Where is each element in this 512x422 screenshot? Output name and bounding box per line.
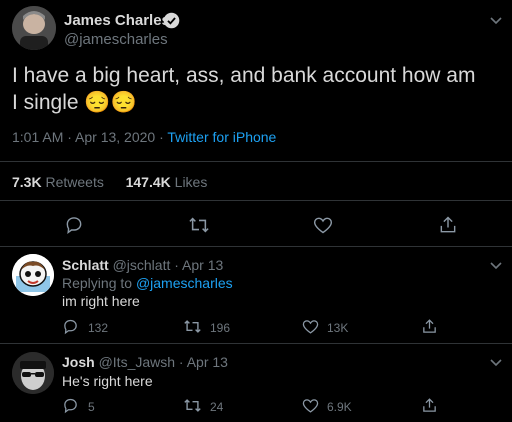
reply-count: 5	[88, 400, 95, 414]
share-icon[interactable]	[438, 215, 458, 240]
reply-author-name[interactable]: Schlatt	[62, 257, 109, 273]
reply-count: 132	[88, 321, 109, 335]
chevron-down-icon[interactable]	[488, 257, 504, 273]
retweet-icon[interactable]	[183, 397, 202, 419]
share-icon[interactable]	[421, 318, 438, 340]
heart-icon[interactable]	[302, 318, 319, 340]
author-name[interactable]: James Charles	[64, 12, 170, 29]
chevron-down-icon[interactable]	[488, 354, 504, 370]
reply-icon[interactable]	[62, 318, 79, 340]
divider	[0, 343, 512, 344]
divider	[0, 246, 512, 247]
chevron-down-icon[interactable]	[488, 12, 504, 28]
author-avatar[interactable]	[12, 6, 56, 50]
retweets-count[interactable]: 7.3K	[12, 174, 42, 190]
retweet-count: 24	[210, 400, 224, 414]
tweet-text-body: I have a big heart, ass, and bank accoun…	[12, 64, 476, 114]
replying-to: Replying to @jamescharles	[62, 275, 233, 291]
replying-to-handle[interactable]: @jamescharles	[136, 275, 233, 291]
author-handle[interactable]: @jamescharles	[64, 31, 168, 48]
like-count: 13K	[327, 321, 349, 335]
reply-icon[interactable]	[62, 397, 79, 419]
reply-icon[interactable]	[64, 215, 84, 240]
tweet-stats: 7.3K Retweets 147.4K Likes	[12, 174, 207, 190]
retweet-icon[interactable]	[188, 215, 210, 240]
divider	[0, 200, 512, 201]
tweet-meta: 1:01 AM · Apr 13, 2020 · Twitter for iPh…	[12, 129, 276, 145]
heart-icon[interactable]	[313, 215, 333, 240]
share-icon[interactable]	[421, 397, 438, 419]
heart-icon[interactable]	[302, 397, 319, 419]
reply-avatar[interactable]	[12, 352, 54, 394]
divider	[0, 161, 512, 162]
likes-count[interactable]: 147.4K	[126, 174, 171, 190]
like-count: 6.9K	[327, 400, 352, 414]
retweets-label[interactable]: Retweets	[45, 174, 103, 190]
retweet-count: 196	[210, 321, 231, 335]
likes-label[interactable]: Likes	[175, 174, 208, 190]
replying-to-prefix: Replying to	[62, 275, 136, 291]
pensive-face-emoji: 😔😔	[84, 91, 137, 114]
reply-header: Schlatt @jschlatt · Apr 13	[62, 257, 223, 273]
retweet-icon[interactable]	[183, 318, 202, 340]
tweet-text: I have a big heart, ass, and bank accoun…	[12, 62, 482, 116]
reply-text: He's right here	[62, 373, 153, 389]
verified-badge-icon	[163, 12, 180, 29]
reply-avatar[interactable]	[12, 254, 54, 296]
tweet-source-link[interactable]: Twitter for iPhone	[167, 129, 276, 145]
reply-handle-date[interactable]: @Its_Jawsh · Apr 13	[99, 354, 228, 370]
reply-header: Josh @Its_Jawsh · Apr 13	[62, 354, 228, 370]
tweet-timestamp[interactable]: 1:01 AM · Apr 13, 2020 ·	[12, 129, 167, 145]
reply-author-name[interactable]: Josh	[62, 354, 95, 370]
reply-handle-date[interactable]: @jschlatt · Apr 13	[113, 257, 224, 273]
reply-text: im right here	[62, 293, 140, 309]
